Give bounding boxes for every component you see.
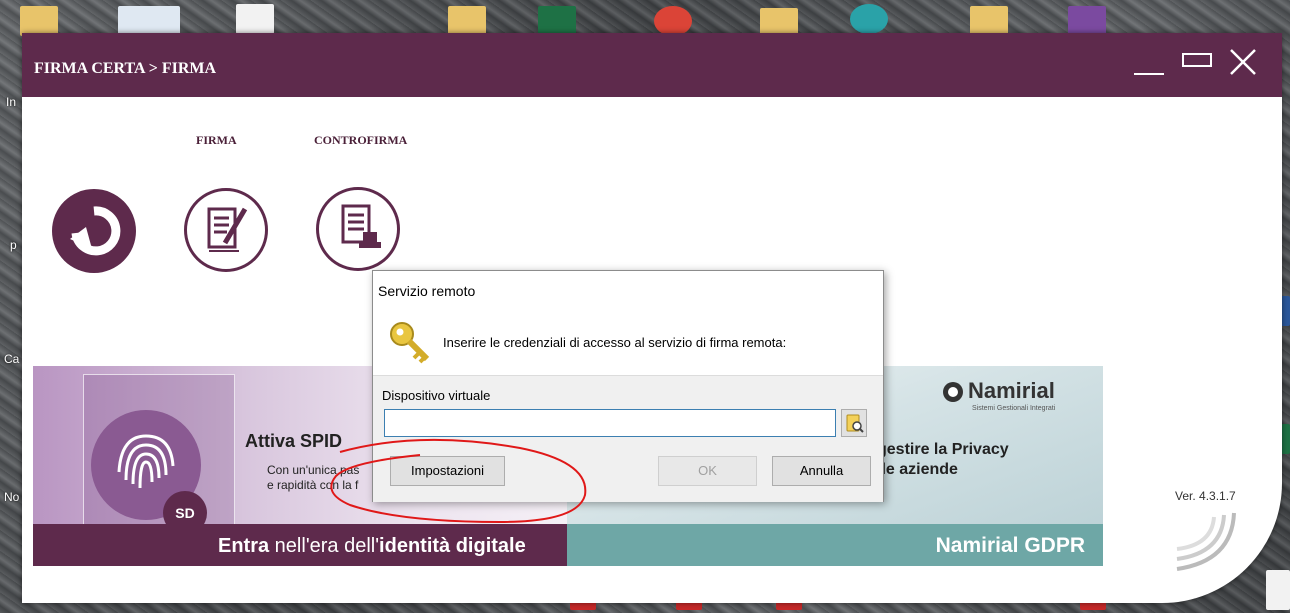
desktop-excel-icon[interactable] xyxy=(538,6,576,36)
document-stamp-icon xyxy=(341,204,381,248)
desktop-label: No xyxy=(4,490,20,504)
desktop-document-icon[interactable] xyxy=(118,6,180,36)
cancel-button[interactable]: Annulla xyxy=(772,456,871,486)
gdpr-text-line: lle aziende xyxy=(877,461,958,478)
minimize-icon xyxy=(1134,73,1164,75)
undo-arrow-icon xyxy=(70,206,121,256)
key-icon xyxy=(390,322,430,364)
desktop-archive-icon[interactable] xyxy=(1068,6,1106,36)
window-title: FIRMA CERTA > FIRMA xyxy=(34,60,217,77)
desktop-label: p xyxy=(10,238,17,252)
close-icon xyxy=(1230,49,1256,75)
gdpr-footer-bar: Namirial GDPR xyxy=(567,524,1103,566)
desktop-folder-icon[interactable] xyxy=(970,6,1008,36)
virtual-device-input[interactable] xyxy=(384,409,836,437)
desktop-file-icon[interactable] xyxy=(1266,570,1290,610)
maximize-icon xyxy=(1182,53,1212,67)
settings-button[interactable]: Impostazioni xyxy=(390,456,505,486)
title-bar[interactable]: FIRMA CERTA > FIRMA xyxy=(22,33,1282,97)
tab-firma[interactable]: FIRMA xyxy=(196,133,237,148)
minimize-button[interactable] xyxy=(1134,47,1166,77)
namirial-logo-icon xyxy=(943,382,963,402)
gdpr-text-line: gestire la Privacy xyxy=(877,441,1009,458)
maximize-button[interactable] xyxy=(1182,47,1216,77)
spid-subtitle: Con un'unica pas e rapidità con la f xyxy=(267,463,359,493)
desktop-chrome-icon[interactable] xyxy=(654,6,692,36)
brand-swirl-icon xyxy=(1176,512,1236,571)
search-device-icon xyxy=(846,414,864,433)
desktop-label: In xyxy=(6,95,17,109)
ok-button[interactable]: OK xyxy=(658,456,757,486)
back-button[interactable] xyxy=(52,189,136,273)
virtual-device-label: Dispositivo virtuale xyxy=(382,388,491,403)
spid-footer-part: nell'era dell' xyxy=(269,535,380,557)
browse-device-button[interactable] xyxy=(841,409,867,437)
desktop-app-icon[interactable] xyxy=(850,4,888,34)
dialog-form: Dispositivo virtuale Impostazioni OK Ann… xyxy=(373,375,883,502)
tab-controfirma[interactable]: CONTROFIRMA xyxy=(314,133,407,148)
spid-subtitle-line: e rapidità con la f xyxy=(267,478,359,492)
version-label: Ver. 4.3.1.7 xyxy=(1175,489,1236,503)
desktop-folder-icon[interactable] xyxy=(448,6,486,36)
countersign-button[interactable] xyxy=(316,187,400,271)
desktop-text-file-icon[interactable] xyxy=(236,4,274,34)
spid-title: Attiva SPID xyxy=(245,431,343,451)
document-pen-icon xyxy=(207,207,248,252)
sign-button[interactable] xyxy=(184,188,268,272)
remote-service-dialog: Servizio remoto Inserire le credenziali … xyxy=(372,270,884,502)
spid-footer-part: identità digitale xyxy=(379,535,526,557)
gdpr-footer-text: Namirial GDPR xyxy=(935,534,1085,557)
namirial-brand-name: Namirial xyxy=(968,378,1055,403)
desktop-folder-icon[interactable] xyxy=(20,6,58,36)
desktop-label: Ca xyxy=(4,352,20,366)
spid-footer-text: Entra nell'era dell'identità digitale xyxy=(218,535,526,558)
dialog-message: Inserire le credenziali di accesso al se… xyxy=(443,335,787,350)
dialog-title: Servizio remoto xyxy=(378,283,476,299)
spid-footer-part: Entra xyxy=(218,535,270,557)
close-button[interactable] xyxy=(1228,47,1262,77)
spid-footer-bar: Entra nell'era dell'identità digitale xyxy=(33,524,583,566)
namirial-brand-sub: Sistemi Gestionali Integrati xyxy=(972,405,1056,412)
gdpr-text: gestire la Privacy lle aziende xyxy=(877,440,1009,480)
spid-subtitle-line: Con un'unica pas xyxy=(267,463,360,477)
